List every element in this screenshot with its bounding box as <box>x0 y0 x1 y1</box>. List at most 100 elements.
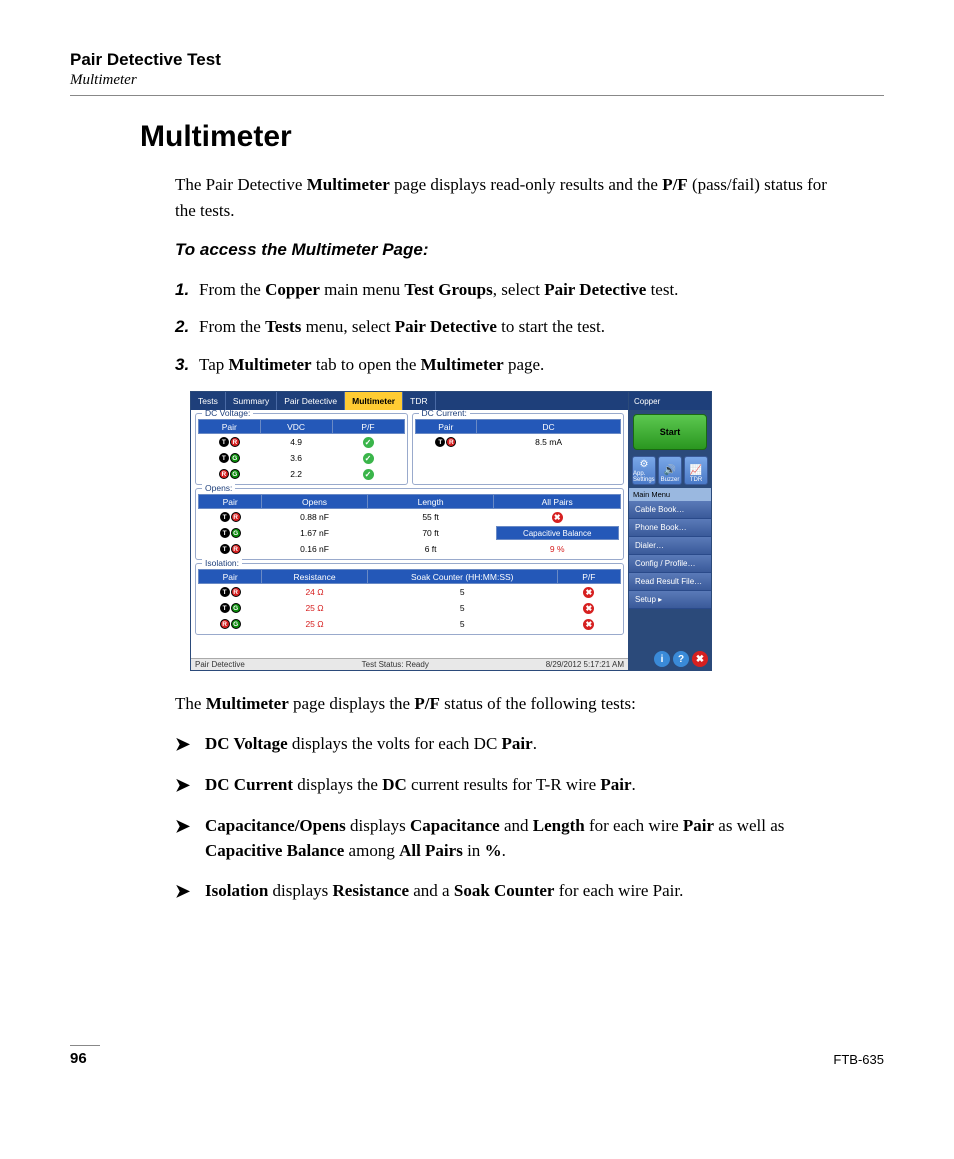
length-value: 70 ft <box>367 525 494 541</box>
table-row: RG25 Ω5✖ <box>199 616 621 632</box>
pair-icon-t: T <box>220 528 230 538</box>
pair-icon-r: R <box>231 587 241 597</box>
screenshot: TestsSummaryPair DetectiveMultimeterTDR … <box>190 391 712 671</box>
step-number: 1. <box>175 277 199 303</box>
col-header: All Pairs <box>494 495 621 509</box>
status-left: Pair Detective <box>195 660 245 669</box>
bullet-text: Capacitance/Opens displays Capacitance a… <box>205 813 844 864</box>
table-row: TG3.6✓ <box>199 450 405 466</box>
pair-icon-r: R <box>220 619 230 629</box>
tool-label: App. Settings <box>633 471 655 483</box>
steps-list: 1.From the Copper main menu Test Groups,… <box>175 277 844 378</box>
pair-icon-g: G <box>231 528 241 538</box>
pair-icon-t: T <box>220 587 230 597</box>
pair-icon-r: R <box>230 437 240 447</box>
close-icon[interactable]: ✖ <box>692 651 708 667</box>
dc-voltage-table: PairVDCP/FTR4.9✓TG3.6✓RG2.2✓ <box>198 419 405 482</box>
pair-icons: RG <box>201 469 259 479</box>
bullet-text: DC Current displays the DC current resul… <box>205 772 636 799</box>
dc-voltage-legend: DC Voltage: <box>202 410 253 418</box>
vdc-value: 4.9 <box>260 434 332 451</box>
soak-value: 5 <box>367 616 557 632</box>
pair-icon-t: T <box>219 453 229 463</box>
vdc-value: 3.6 <box>260 450 332 466</box>
info-icon[interactable]: i <box>654 651 670 667</box>
step-item: 1.From the Copper main menu Test Groups,… <box>175 277 844 303</box>
table-row: TR4.9✓ <box>199 434 405 451</box>
pair-icon-g: G <box>231 603 241 613</box>
tool-row: ⚙App. Settings🔊Buzzer📈TDR <box>629 454 711 488</box>
tab-summary[interactable]: Summary <box>226 392 277 410</box>
opens-value: 0.88 nF <box>262 509 368 526</box>
table-row: TR0.16 nF6 ft9 % <box>199 541 621 557</box>
bullet-item: ➤DC Voltage displays the volts for each … <box>175 731 844 758</box>
pair-icon-g: G <box>231 619 241 629</box>
help-icon[interactable]: ? <box>673 651 689 667</box>
after-shot-paragraph: The Multimeter page displays the P/F sta… <box>175 691 844 717</box>
header-rule <box>70 95 884 96</box>
step-number: 3. <box>175 352 199 378</box>
soak-value: 5 <box>367 600 557 616</box>
pair-icon-t: T <box>435 437 445 447</box>
tool-icon: 📈 <box>690 466 702 476</box>
resistance-value: 24 Ω <box>262 584 368 601</box>
tab-pair-detective[interactable]: Pair Detective <box>277 392 345 410</box>
cap-balance-value: 9 % <box>550 544 565 554</box>
footer: 96 FTB-635 <box>70 1045 884 1067</box>
pass-icon: ✓ <box>363 469 374 480</box>
menu-item[interactable]: Read Result File… <box>629 573 711 591</box>
header-sub: Multimeter <box>70 72 884 89</box>
tool-button[interactable]: 📈TDR <box>684 456 708 485</box>
pair-icons: TR <box>201 544 260 554</box>
arrow-icon: ➤ <box>175 731 205 758</box>
menu-item[interactable]: Phone Book… <box>629 519 711 537</box>
resistance-value: 25 Ω <box>262 600 368 616</box>
sidebar-title: Copper <box>629 392 711 410</box>
status-bar: Pair Detective Test Status: Ready 8/29/2… <box>191 658 628 670</box>
menu-item[interactable]: Setup ▸ <box>629 591 711 609</box>
col-header: Resistance <box>262 570 368 584</box>
tab-tdr[interactable]: TDR <box>403 392 435 410</box>
pair-icon-r: R <box>231 544 241 554</box>
resistance-value: 25 Ω <box>262 616 368 632</box>
tool-label: TDR <box>690 477 702 483</box>
tool-icon: ⚙ <box>640 460 649 470</box>
pair-icons: TR <box>417 437 475 447</box>
pair-icons: TG <box>201 528 260 538</box>
table-row: TR8.5 mA <box>415 434 621 451</box>
tool-label: Buzzer <box>661 477 680 483</box>
sidebar: Copper Start ⚙App. Settings🔊Buzzer📈TDR M… <box>629 392 711 670</box>
tab-tests[interactable]: Tests <box>191 392 226 410</box>
tab-multimeter[interactable]: Multimeter <box>345 392 403 410</box>
model-number: FTB-635 <box>833 1052 884 1067</box>
dc-current-fieldset: DC Current: PairDCTR8.5 mA <box>412 413 625 485</box>
bullet-item: ➤Isolation displays Resistance and a Soa… <box>175 878 844 905</box>
fail-icon: ✖ <box>552 512 563 523</box>
menu-item[interactable]: Dialer… <box>629 537 711 555</box>
pair-icon-r: R <box>446 437 456 447</box>
bottom-icons: i ? ✖ <box>629 648 711 670</box>
dc-current-table: PairDCTR8.5 mA <box>415 419 622 450</box>
start-button[interactable]: Start <box>633 414 707 450</box>
page-title: Multimeter <box>140 120 884 154</box>
menu-item[interactable]: Cable Book… <box>629 501 711 519</box>
menu-item[interactable]: Config / Profile… <box>629 555 711 573</box>
subhead: To access the Multimeter Page: <box>175 237 844 263</box>
tool-button[interactable]: ⚙App. Settings <box>632 456 656 485</box>
table-row: TG1.67 nF70 ftCapacitive Balance <box>199 525 621 541</box>
isolation-legend: Isolation: <box>202 558 242 568</box>
fail-icon: ✖ <box>583 587 594 598</box>
bullet-item: ➤Capacitance/Opens displays Capacitance … <box>175 813 844 864</box>
step-number: 2. <box>175 314 199 340</box>
bullet-text: Isolation displays Resistance and a Soak… <box>205 878 683 905</box>
menu-header: Main Menu <box>629 488 711 501</box>
dc-value: 8.5 mA <box>477 434 621 451</box>
page-number: 96 <box>70 1045 100 1067</box>
tool-button[interactable]: 🔊Buzzer <box>658 456 682 485</box>
arrow-icon: ➤ <box>175 772 205 799</box>
arrow-icon: ➤ <box>175 813 205 864</box>
pair-icons: TR <box>201 437 259 447</box>
col-header: DC <box>477 420 621 434</box>
dc-voltage-fieldset: DC Voltage: PairVDCP/FTR4.9✓TG3.6✓RG2.2✓ <box>195 413 408 485</box>
isolation-table: PairResistanceSoak Counter (HH:MM:SS)P/F… <box>198 569 621 632</box>
